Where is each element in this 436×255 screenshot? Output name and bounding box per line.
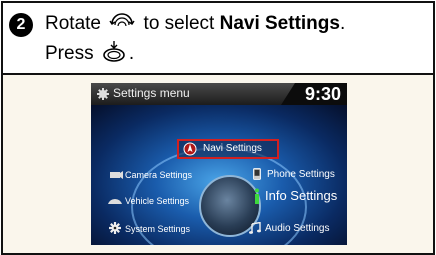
menu-item-audio-label: Audio Settings (265, 223, 330, 234)
menu-item-camera-label: Camera Settings (125, 170, 193, 180)
press-dial-icon (102, 39, 126, 71)
menu-item-vehicle-label: Vehicle Settings (125, 196, 190, 206)
clock: 9:30 (304, 84, 341, 104)
phone-icon (253, 168, 261, 180)
instruction-line-1: Rotate to select Navi Settings. (45, 11, 345, 41)
info-icon (255, 188, 259, 204)
menu-item-info-label: Info Settings (265, 188, 338, 203)
system-gear-icon (109, 222, 121, 234)
camera-icon (110, 171, 123, 179)
screen-header: Settings menu 9:30 (91, 83, 347, 105)
menu-item-phone-label: Phone Settings (267, 169, 335, 180)
screen-title: Settings menu (113, 86, 190, 100)
menu-item-navi-settings[interactable]: Navi Settings (177, 139, 279, 159)
step-box: 2 Rotate to select Navi Settings. Press (1, 1, 435, 255)
step-number-badge: 2 (9, 13, 33, 37)
settings-menu-screen: Settings menu 9:30 Navi Settings Camera … (91, 83, 347, 245)
instruction-line-2: Press . (45, 39, 134, 71)
select-label: to select (143, 13, 215, 34)
menu-area: Navi Settings Camera Settings Vehicle Se… (91, 105, 347, 245)
music-note-icon (249, 222, 261, 234)
compass-icon (183, 142, 197, 156)
target-menu-label: Navi Settings (219, 13, 340, 34)
page: 2 Rotate to select Navi Settings. Press (0, 0, 436, 255)
menu-item-navi-label: Navi Settings (203, 143, 262, 154)
menu-item-system-label: System Settings (125, 224, 191, 234)
line2-period: . (128, 43, 135, 64)
press-label: Press (45, 43, 94, 64)
car-icon (108, 199, 122, 204)
line1-period: . (339, 13, 346, 34)
rotate-dial-icon (109, 11, 135, 41)
rotate-label: Rotate (45, 13, 101, 34)
gear-icon (97, 88, 109, 100)
step-instruction: 2 Rotate to select Navi Settings. Press (3, 3, 433, 75)
